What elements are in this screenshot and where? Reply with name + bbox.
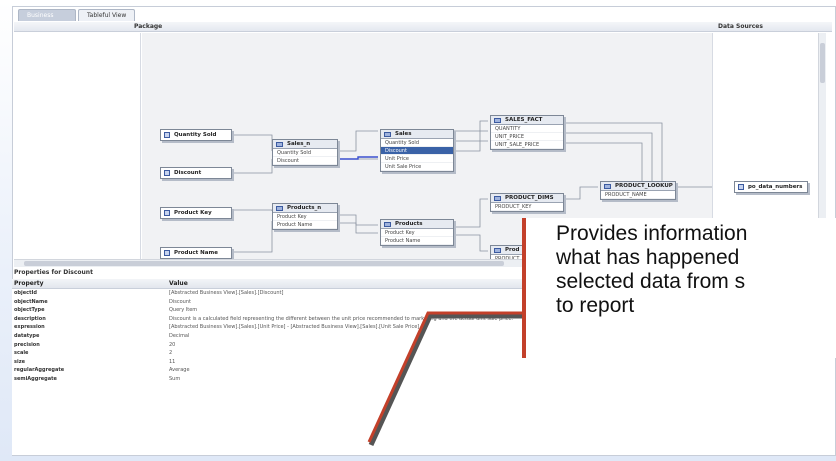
callout-pointer: [367, 311, 522, 447]
